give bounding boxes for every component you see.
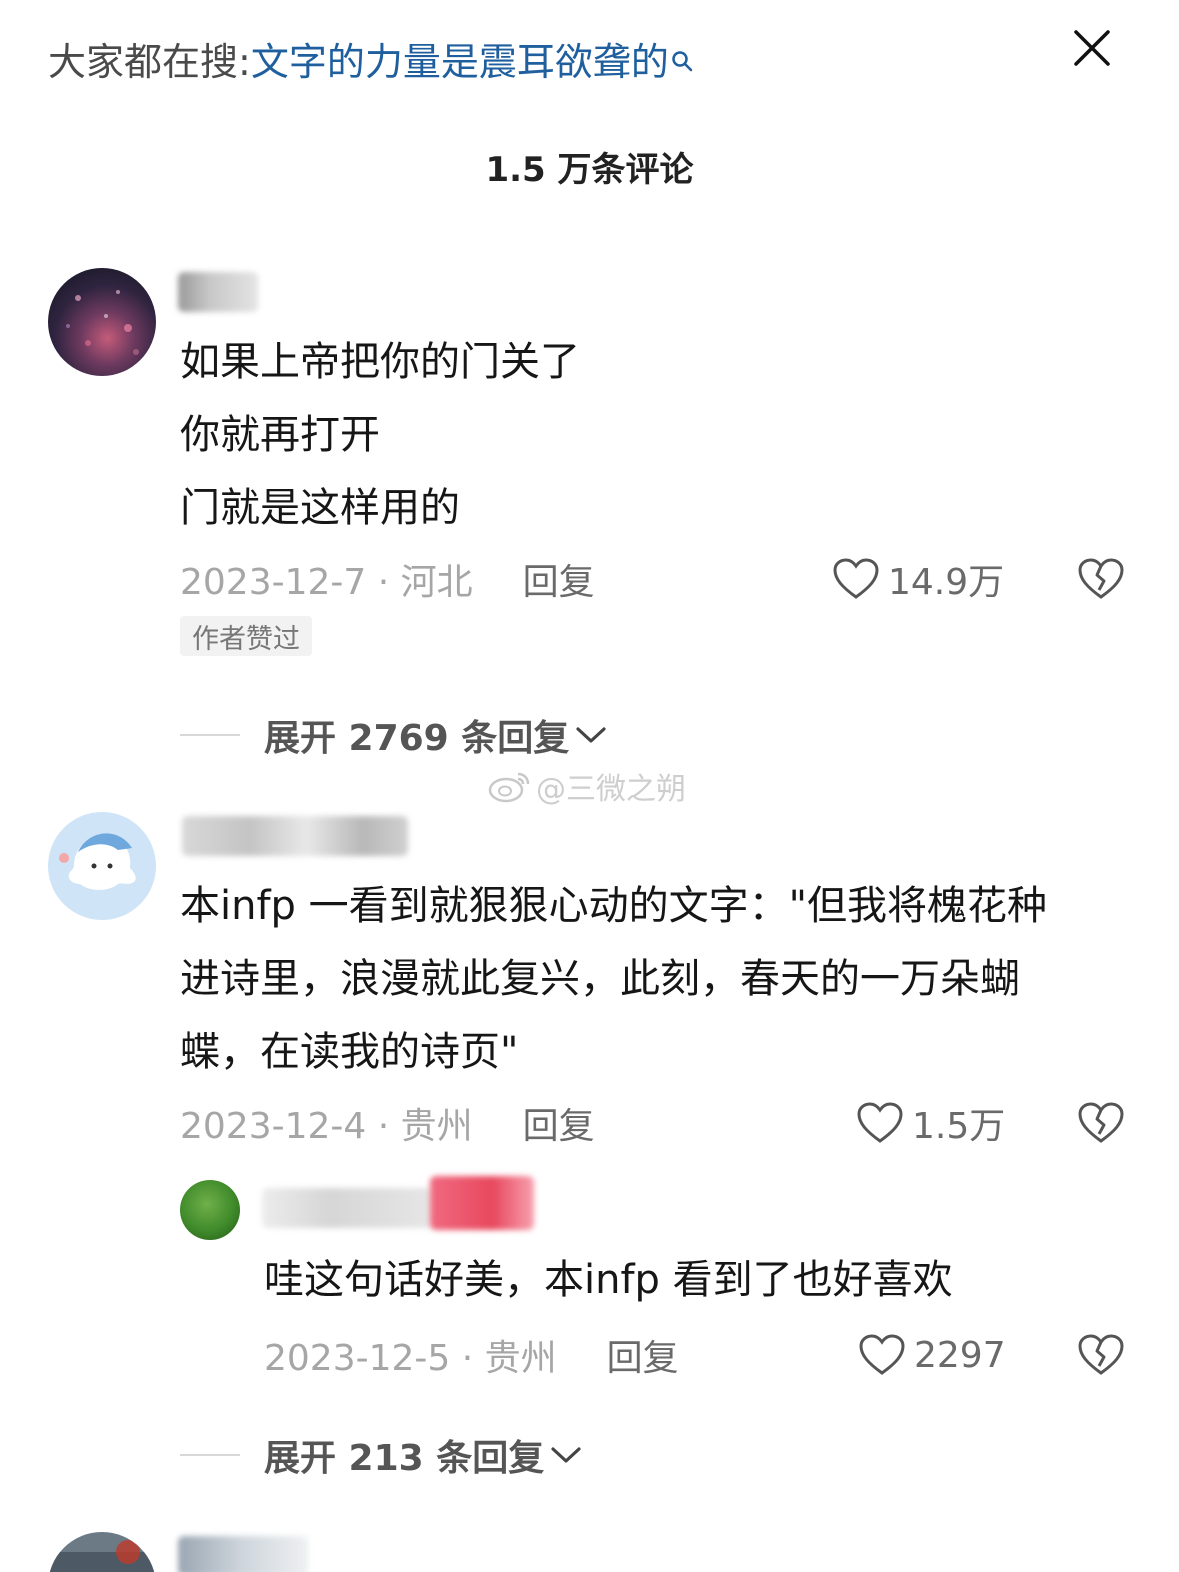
chevron-down-icon — [576, 727, 606, 743]
date-location: 2023-12-4 · 贵州 — [180, 1106, 473, 1147]
comment-line: 本infp 一看到就狠狠心动的文字："但我将槐花种 — [180, 883, 1048, 929]
date-location: 2023-12-5 · 贵州 — [264, 1338, 557, 1379]
expand-replies-button[interactable]: 展开 2769 条回复 — [180, 710, 607, 760]
date-location: 2023-12-7 · 河北 — [180, 562, 473, 603]
like-button[interactable]: 1.5万 — [856, 1098, 1005, 1148]
comment-count-title: 1.5 万条评论 — [485, 150, 694, 190]
comment-meta: 2023-12-7 · 河北 回复 — [180, 554, 595, 604]
comment-line: 如果上帝把你的门关了 — [180, 339, 580, 385]
search-prefix-label: 大家都在搜: — [48, 39, 251, 84]
divider-dash — [180, 1454, 240, 1456]
avatar[interactable] — [180, 1180, 240, 1240]
expand-replies-label: 展开 2769 条回复 — [264, 718, 570, 759]
dislike-button[interactable] — [1076, 1098, 1126, 1148]
username-redacted — [178, 1536, 308, 1572]
like-count: 1.5万 — [912, 1106, 1006, 1147]
dislike-button[interactable] — [1076, 554, 1126, 604]
heart-icon — [857, 1102, 903, 1143]
expand-replies-button[interactable]: 展开 213 条回复 — [180, 1430, 582, 1480]
comment-line: 门就是这样用的 — [180, 485, 460, 531]
close-button[interactable] — [1066, 22, 1118, 74]
comment-text: 本infp 一看到就狠狠心动的文字："但我将槐花种 进诗里，浪漫就此复兴，此刻，… — [180, 870, 1047, 1089]
comment-line: 蝶，在读我的诗页" — [180, 1029, 519, 1075]
comment-text: 如果上帝把你的门关了 你就再打开 门就是这样用的 — [180, 326, 580, 545]
username-redacted — [262, 1188, 432, 1228]
comment-line: 进诗里，浪漫就此复兴，此刻，春天的一万朵蝴 — [180, 956, 1020, 1002]
like-count: 2297 — [914, 1334, 1006, 1376]
heart-icon — [859, 1334, 905, 1375]
like-button[interactable]: 2297 — [858, 1330, 1006, 1380]
watermark-text: @三微之朔 — [536, 772, 686, 807]
divider-dash — [180, 734, 240, 736]
username-redacted — [182, 816, 408, 856]
comment-meta: 2023-12-4 · 贵州 回复 — [180, 1098, 595, 1148]
avatar[interactable] — [48, 268, 156, 376]
comment-line: 你就再打开 — [180, 412, 380, 458]
like-button[interactable]: 14.9万 — [832, 554, 1004, 604]
reply-button[interactable]: 回复 — [607, 1329, 679, 1381]
search-suggestion-banner[interactable]: 大家都在搜: 文字的力量是震耳欲聋的 — [48, 30, 693, 86]
search-icon — [671, 37, 693, 72]
like-count: 14.9万 — [888, 562, 1005, 603]
reply-text: 哇这句话好美，本infp 看到了也好喜欢 — [264, 1244, 953, 1317]
chevron-down-icon — [551, 1447, 581, 1463]
watermark: @三微之朔 — [488, 764, 686, 808]
broken-heart-icon — [1078, 1102, 1124, 1143]
broken-heart-icon — [1078, 558, 1124, 599]
expand-replies-label: 展开 213 条回复 — [264, 1438, 545, 1479]
reply-line: 哇这句话好美，本infp 看到了也好喜欢 — [264, 1257, 953, 1303]
avatar[interactable] — [48, 1532, 156, 1572]
username-redacted-highlight — [430, 1176, 534, 1230]
username-redacted — [178, 272, 258, 312]
reply-meta: 2023-12-5 · 贵州 回复 — [264, 1330, 679, 1380]
search-term-link[interactable]: 文字的力量是震耳欲聋的 — [251, 31, 669, 86]
reply-button[interactable]: 回复 — [523, 553, 595, 605]
author-liked-badge: 作者赞过 — [180, 616, 312, 656]
reply-button[interactable]: 回复 — [523, 1097, 595, 1149]
broken-heart-icon — [1078, 1334, 1124, 1375]
weibo-icon — [488, 772, 530, 803]
dislike-button[interactable] — [1076, 1330, 1126, 1380]
avatar[interactable] — [48, 812, 156, 920]
close-icon — [1074, 30, 1110, 66]
heart-icon — [833, 558, 879, 599]
